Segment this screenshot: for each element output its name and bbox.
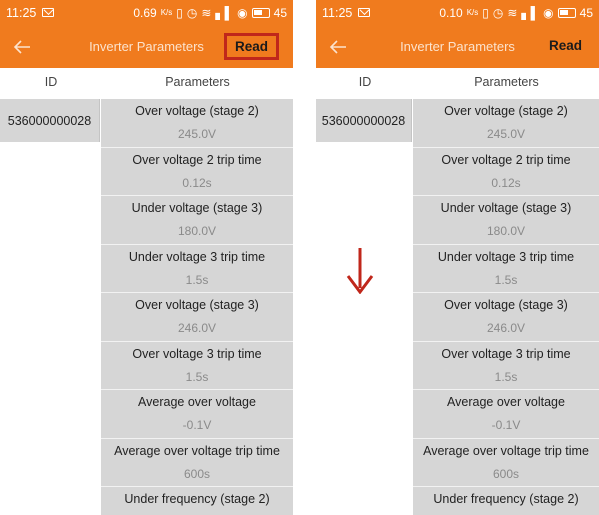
- parameter-name: Under voltage 3 trip time: [128, 249, 266, 264]
- parameter-name: Average over voltage trip time: [114, 443, 280, 458]
- table-row[interactable]: Under voltage 3 trip time 1.5s: [101, 244, 293, 293]
- column-header-parameters: Parameters: [165, 75, 230, 89]
- read-button[interactable]: Read: [223, 33, 279, 60]
- table-row[interactable]: Average over voltage -0.1V: [413, 390, 599, 439]
- parameter-value: 245.0V: [486, 127, 526, 141]
- parameter-value: -0.1V: [182, 418, 212, 432]
- parameter-value: 1.5s: [494, 272, 518, 287]
- table-row[interactable]: Average over voltage trip time 600s: [413, 438, 599, 487]
- table-row[interactable]: Over voltage 3 trip time 1.5s: [413, 341, 599, 390]
- device-id-cell[interactable]: 536000000028: [316, 99, 412, 142]
- sync-icon: ◉: [237, 5, 248, 20]
- phone-screen-after: 11:25 0.10 K/s ▯ ◷ ≋ ▖▌ ◉ 45 Inverter Par…: [316, 0, 599, 515]
- parameter-name: Over voltage (stage 2): [135, 104, 259, 118]
- alarm-icon: ◷: [186, 5, 198, 20]
- parameter-name: Under voltage (stage 3): [440, 201, 572, 215]
- parameter-value: 600s: [492, 466, 520, 481]
- battery-level: 45: [579, 5, 593, 20]
- wifi-icon: ≋: [507, 5, 518, 20]
- network-speed: 0.69: [133, 5, 157, 20]
- table-row[interactable]: Under voltage (stage 3) 180.0V: [413, 196, 599, 245]
- table-row[interactable]: Over voltage (stage 2) 245.0V: [413, 99, 599, 148]
- parameter-value: 1.5s: [494, 369, 518, 384]
- parameter-table: 536000000028 Over voltage (stage 2) 245.0…: [0, 96, 293, 515]
- parameter-value: 246.0V: [177, 321, 217, 335]
- mail-icon: [358, 8, 371, 17]
- sync-icon: ◉: [543, 5, 554, 20]
- column-header-id: ID: [44, 75, 58, 89]
- status-time: 11:25: [322, 5, 353, 20]
- parameter-name: Under voltage 3 trip time: [437, 249, 575, 264]
- parameter-value: 246.0V: [486, 321, 526, 335]
- parameter-name: Under voltage (stage 3): [131, 201, 263, 215]
- parameter-name: Over voltage 2 trip time: [441, 152, 571, 167]
- table-row[interactable]: Over voltage (stage 3) 246.0V: [413, 293, 599, 342]
- parameter-name: Under frequency (stage 2): [433, 492, 579, 506]
- mail-icon: [42, 8, 55, 17]
- app-bar: Inverter Parameters Read: [0, 25, 293, 68]
- parameter-value: 600s: [183, 466, 211, 481]
- table-row[interactable]: Average over voltage trip time 600s: [101, 438, 293, 487]
- column-header-id: ID: [358, 75, 372, 89]
- table-row[interactable]: Over voltage 2 trip time 0.12s: [413, 147, 599, 196]
- parameter-value: 0.12s: [182, 175, 212, 190]
- parameter-value: -0.1V: [491, 418, 521, 432]
- signal-icon: ▖▌: [215, 5, 234, 20]
- parameter-name: Average over voltage: [138, 395, 256, 409]
- status-bar: 11:25 0.10 K/s ▯ ◷ ≋ ▖▌ ◉ 45: [316, 0, 599, 25]
- parameter-name: Over voltage (stage 2): [444, 104, 568, 118]
- parameter-name: Average over voltage: [447, 395, 565, 409]
- table-row[interactable]: Over voltage (stage 2) 245.0V: [101, 99, 293, 148]
- parameter-value: 1.5s: [185, 369, 209, 384]
- vibrate-icon: ▯: [176, 5, 183, 20]
- network-speed: 0.10: [439, 5, 463, 20]
- parameter-value: 245.0V: [177, 127, 217, 141]
- wifi-icon: ≋: [201, 5, 212, 20]
- signal-icon: ▖▌: [521, 5, 540, 20]
- table-row[interactable]: Over voltage 2 trip time 0.12s: [101, 147, 293, 196]
- table-row[interactable]: Under voltage (stage 3) 180.0V: [101, 196, 293, 245]
- table-row[interactable]: Under frequency (stage 2): [413, 487, 599, 515]
- battery-icon: [251, 7, 270, 18]
- phone-screen-before: 11:25 0.69 K/s ▯ ◷ ≋ ▖▌ ◉ 45 Inverter Par…: [0, 0, 293, 515]
- battery-level: 45: [273, 5, 287, 20]
- status-bar: 11:25 0.69 K/s ▯ ◷ ≋ ▖▌ ◉ 45: [0, 0, 293, 25]
- read-button[interactable]: Read: [542, 36, 589, 55]
- scroll-down-arrow-icon: [346, 248, 374, 294]
- parameter-name: Over voltage (stage 3): [135, 298, 259, 312]
- table-row[interactable]: Average over voltage -0.1V: [101, 390, 293, 439]
- app-bar: Inverter Parameters Read: [316, 25, 599, 68]
- parameter-name: Average over voltage trip time: [423, 443, 589, 458]
- parameter-value: 1.5s: [185, 272, 209, 287]
- speed-unit: K/s: [160, 8, 173, 17]
- table-row[interactable]: Over voltage 3 trip time 1.5s: [101, 341, 293, 390]
- parameter-value: 180.0V: [177, 224, 217, 238]
- vibrate-icon: ▯: [482, 5, 489, 20]
- table-row[interactable]: Over voltage (stage 3) 246.0V: [101, 293, 293, 342]
- table-header: ID Parameters: [0, 68, 293, 96]
- parameter-list: Over voltage (stage 2) 245.0V Over voltag…: [413, 99, 599, 515]
- parameter-table: 536000000028 Over voltage (stage 2) 245.0…: [316, 96, 599, 515]
- table-header: ID Parameters: [316, 68, 599, 96]
- alarm-icon: ◷: [492, 5, 504, 20]
- table-row[interactable]: Under frequency (stage 2): [101, 487, 293, 515]
- parameter-value: 0.12s: [491, 175, 521, 190]
- parameter-list: Over voltage (stage 2) 245.0V Over voltag…: [101, 99, 293, 515]
- table-row[interactable]: Under voltage 3 trip time 1.5s: [413, 244, 599, 293]
- parameter-name: Over voltage (stage 3): [444, 298, 568, 312]
- device-id-cell[interactable]: 536000000028: [0, 99, 100, 142]
- parameter-name: Over voltage 3 trip time: [441, 346, 571, 361]
- status-time: 11:25: [6, 5, 37, 20]
- speed-unit: K/s: [466, 8, 479, 17]
- parameter-name: Over voltage 3 trip time: [132, 346, 262, 361]
- column-header-parameters: Parameters: [474, 75, 539, 89]
- parameter-value: 180.0V: [486, 224, 526, 238]
- parameter-name: Over voltage 2 trip time: [132, 152, 262, 167]
- parameter-name: Under frequency (stage 2): [124, 492, 270, 506]
- battery-icon: [557, 7, 576, 18]
